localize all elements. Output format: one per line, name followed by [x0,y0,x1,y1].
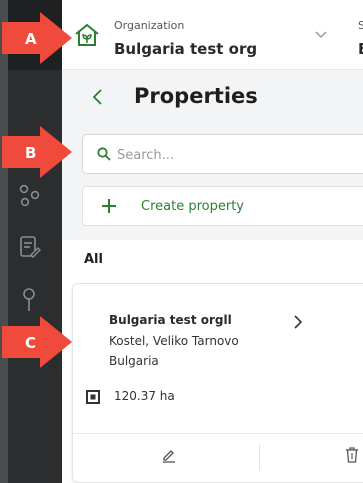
pin-icon[interactable] [16,286,42,312]
organization-house-icon [75,23,99,46]
search-input[interactable] [117,144,357,166]
search-icon [97,147,111,161]
sidebar-edge [0,0,8,483]
chevron-right-icon[interactable] [293,315,303,329]
clipped-header-label: S [358,19,363,32]
organization-name: Bulgaria test org [114,40,258,58]
callout-label-b: B [25,144,37,162]
property-address-line1: Kostel, Veliko Tarnovo [109,334,239,348]
nodes-icon[interactable] [16,182,42,208]
search-box[interactable] [82,134,363,174]
section-title-all: All [84,252,103,267]
property-name: Bulgaria test orgll [109,313,232,327]
clipped-header-value: B [358,40,363,58]
callout-arrow-c [2,316,72,368]
callout-label-c: C [25,334,37,352]
edit-icon[interactable] [161,447,177,463]
card-divider [73,433,363,434]
property-area: 120.37 ha [114,389,175,403]
chevron-down-icon[interactable] [314,30,328,40]
area-icon [86,390,100,404]
callout-label-a: A [25,30,37,48]
create-property-button[interactable]: Create property [82,186,363,226]
callout-arrow-b [2,126,72,178]
property-card[interactable]: Bulgaria test orgll Kostel, Veliko Tarno… [72,283,363,483]
card-action-divider [259,444,260,470]
page-title: Properties [134,84,258,108]
document-edit-icon[interactable] [16,234,42,260]
trash-icon[interactable] [345,447,359,463]
property-address-line2: Bulgaria [109,354,159,368]
plus-icon [102,199,116,213]
create-property-label: Create property [141,199,244,214]
callout-arrow-a [2,12,72,64]
organization-label: Organization [114,19,185,32]
back-button[interactable] [88,86,108,108]
organization-switcher[interactable]: Organization Bulgaria test org S B [62,0,363,70]
